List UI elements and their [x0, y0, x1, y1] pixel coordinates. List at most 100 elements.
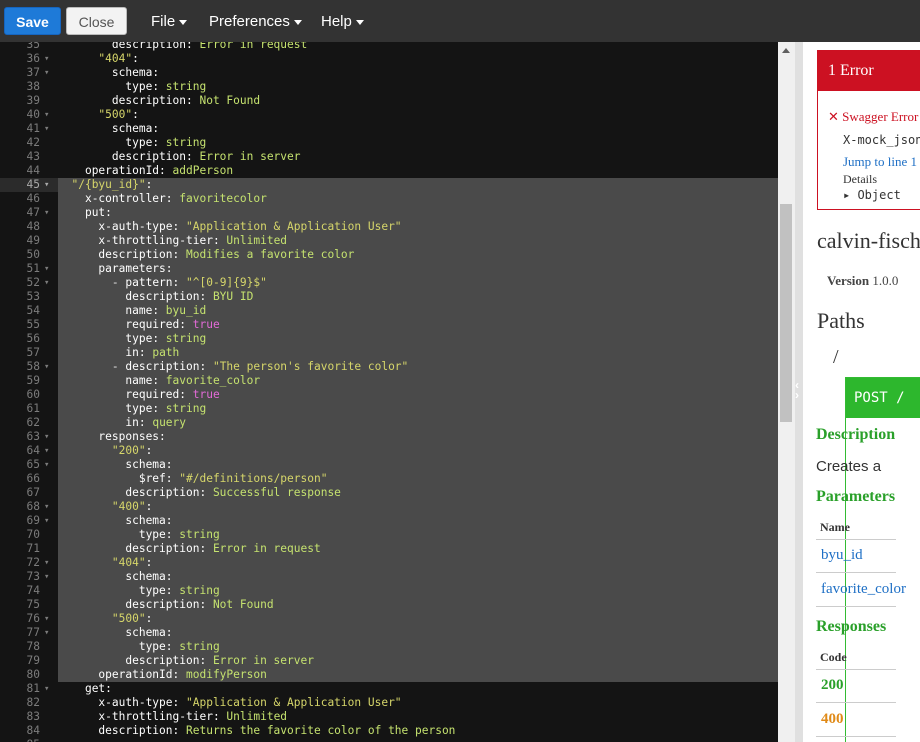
code-line[interactable]: 71 description: Error in request: [0, 542, 778, 556]
code-line[interactable]: 80 operationId: modifyPerson: [0, 668, 778, 682]
fold-toggle-icon[interactable]: ▾: [44, 458, 54, 472]
code-line[interactable]: 70 type: string: [0, 528, 778, 542]
fold-toggle-icon[interactable]: ▾: [44, 66, 54, 80]
code-line[interactable]: 69 ▾ schema:: [0, 514, 778, 528]
fold-toggle-icon[interactable]: ▾: [44, 52, 54, 66]
fold-toggle-icon[interactable]: ▾: [44, 682, 54, 696]
code-line[interactable]: 72 ▾ "404":: [0, 556, 778, 570]
code-line[interactable]: 42 type: string: [0, 136, 778, 150]
code-line[interactable]: 77 ▾ schema:: [0, 626, 778, 640]
error-details-label: Details: [843, 172, 877, 186]
line-number: 78: [26, 640, 40, 653]
code-line[interactable]: 57 in: path: [0, 346, 778, 360]
fold-toggle-icon[interactable]: ▾: [44, 360, 54, 374]
code-line[interactable]: 62 in: query: [0, 416, 778, 430]
code-line[interactable]: 81 ▾ get:: [0, 682, 778, 696]
code-line[interactable]: 68 ▾ "400":: [0, 500, 778, 514]
yaml-editor[interactable]: 35 description: Error in request 36 ▾ "404…: [0, 42, 778, 742]
fold-toggle-icon[interactable]: ▾: [44, 556, 54, 570]
fold-toggle-icon[interactable]: ▾: [44, 626, 54, 640]
code-line[interactable]: 66 $ref: "#/definitions/person": [0, 472, 778, 486]
menu-preferences[interactable]: Preferences: [209, 13, 302, 30]
code-line[interactable]: 78 type: string: [0, 640, 778, 654]
code-line[interactable]: 38 type: string: [0, 80, 778, 94]
code-line[interactable]: 50 description: Modifies a favorite colo…: [0, 248, 778, 262]
code-line[interactable]: 61 type: string: [0, 402, 778, 416]
line-number: 45: [0, 178, 40, 192]
code-line[interactable]: 59 name: favorite_color: [0, 374, 778, 388]
code-line[interactable]: 58 ▾ - description: "The person's favorit…: [0, 360, 778, 374]
fold-toggle-icon[interactable]: ▾: [44, 430, 54, 444]
menu-help[interactable]: Help: [321, 13, 364, 30]
code-line[interactable]: 76 ▾ "500":: [0, 612, 778, 626]
scroll-up-icon[interactable]: [782, 48, 790, 53]
code-line[interactable]: 37 ▾ schema:: [0, 66, 778, 80]
fold-toggle-icon[interactable]: ▾: [44, 570, 54, 584]
fold-toggle-icon[interactable]: ▾: [44, 500, 54, 514]
pane-splitter[interactable]: ‹ ›: [795, 42, 803, 742]
code-line[interactable]: 73 ▾ schema:: [0, 570, 778, 584]
code-line[interactable]: 63 ▾ responses:: [0, 430, 778, 444]
menu-file[interactable]: File: [151, 13, 188, 30]
code-line[interactable]: 40 ▾ "500":: [0, 108, 778, 122]
fold-toggle-icon[interactable]: ▾: [44, 108, 54, 122]
line-number: 76: [26, 612, 40, 625]
fold-toggle-icon[interactable]: ▾: [44, 122, 54, 136]
editor-scrollbar[interactable]: [778, 42, 795, 742]
code-line[interactable]: 60 required: true: [0, 388, 778, 402]
code-line[interactable]: 41 ▾ schema:: [0, 122, 778, 136]
code-line[interactable]: 45 ▾ "/{byu_id}":: [0, 178, 778, 192]
code-line[interactable]: 46 x-controller: favoritecolor: [0, 192, 778, 206]
code-line[interactable]: 79 description: Error in server: [0, 654, 778, 668]
jump-to-line-link[interactable]: Jump to line 1: [843, 154, 917, 170]
code-text: $ref: "#/definitions/person": [58, 472, 778, 486]
code-text: schema:: [58, 514, 778, 528]
code-line[interactable]: 85: [0, 738, 778, 742]
error-object-toggle[interactable]: ▸ Object: [843, 188, 901, 202]
chevron-down-icon: [293, 19, 302, 25]
code-line[interactable]: 55 required: true: [0, 318, 778, 332]
save-button[interactable]: Save: [4, 7, 61, 35]
code-text: description: Error in server: [111, 150, 301, 163]
code-line[interactable]: 35 description: Error in request: [0, 42, 778, 52]
fold-toggle-icon[interactable]: ▾: [44, 262, 54, 276]
code-line[interactable]: 49 x-throttling-tier: Unlimited: [0, 234, 778, 248]
scrollbar-thumb[interactable]: [780, 204, 792, 422]
param-favorite-color[interactable]: favorite_color: [821, 581, 906, 598]
code-line[interactable]: 43 description: Error in server: [0, 150, 778, 164]
code-text: description: Error in request: [58, 542, 778, 556]
code-line[interactable]: 51 ▾ parameters:: [0, 262, 778, 276]
code-line[interactable]: 65 ▾ schema:: [0, 458, 778, 472]
line-number: 38: [26, 80, 40, 93]
code-line[interactable]: 74 type: string: [0, 584, 778, 598]
code-line[interactable]: 48 x-auth-type: "Application & Applicati…: [0, 220, 778, 234]
line-number: 84: [26, 724, 40, 737]
code-line[interactable]: 64 ▾ "200":: [0, 444, 778, 458]
code-line[interactable]: 44 operationId: addPerson: [0, 164, 778, 178]
line-number: 79: [26, 654, 40, 667]
code-line[interactable]: 36 ▾ "404":: [0, 52, 778, 66]
code-line[interactable]: 52 ▾ - pattern: "^[0-9]{9}$": [0, 276, 778, 290]
fold-toggle-icon[interactable]: ▾: [44, 612, 54, 626]
code-line[interactable]: 82 x-auth-type: "Application & Applicati…: [0, 696, 778, 710]
code-line[interactable]: 54 name: byu_id: [0, 304, 778, 318]
code-line[interactable]: 53 description: BYU ID: [0, 290, 778, 304]
code-line[interactable]: 83 x-throttling-tier: Unlimited: [0, 710, 778, 724]
fold-toggle-icon[interactable]: ▾: [44, 276, 54, 290]
code-text: "400":: [58, 500, 778, 514]
code-line[interactable]: 67 description: Successful response: [0, 486, 778, 500]
line-number: 39: [26, 94, 40, 107]
collapse-arrows-icon[interactable]: ‹ ›: [795, 379, 803, 401]
operation-header[interactable]: POST /: [846, 378, 920, 418]
code-line[interactable]: 47 ▾ put:: [0, 206, 778, 220]
code-line[interactable]: 56 type: string: [0, 332, 778, 346]
code-line[interactable]: 84 description: Returns the favorite col…: [0, 724, 778, 738]
close-button[interactable]: Close: [66, 7, 127, 35]
code-line[interactable]: 75 description: Not Found: [0, 598, 778, 612]
fold-toggle-icon[interactable]: ▾: [44, 444, 54, 458]
fold-toggle-icon[interactable]: ▾: [44, 514, 54, 528]
param-byu-id[interactable]: byu_id: [821, 547, 863, 564]
fold-toggle-icon[interactable]: ▾: [44, 178, 54, 192]
code-line[interactable]: 39 description: Not Found: [0, 94, 778, 108]
fold-toggle-icon[interactable]: ▾: [44, 206, 54, 220]
